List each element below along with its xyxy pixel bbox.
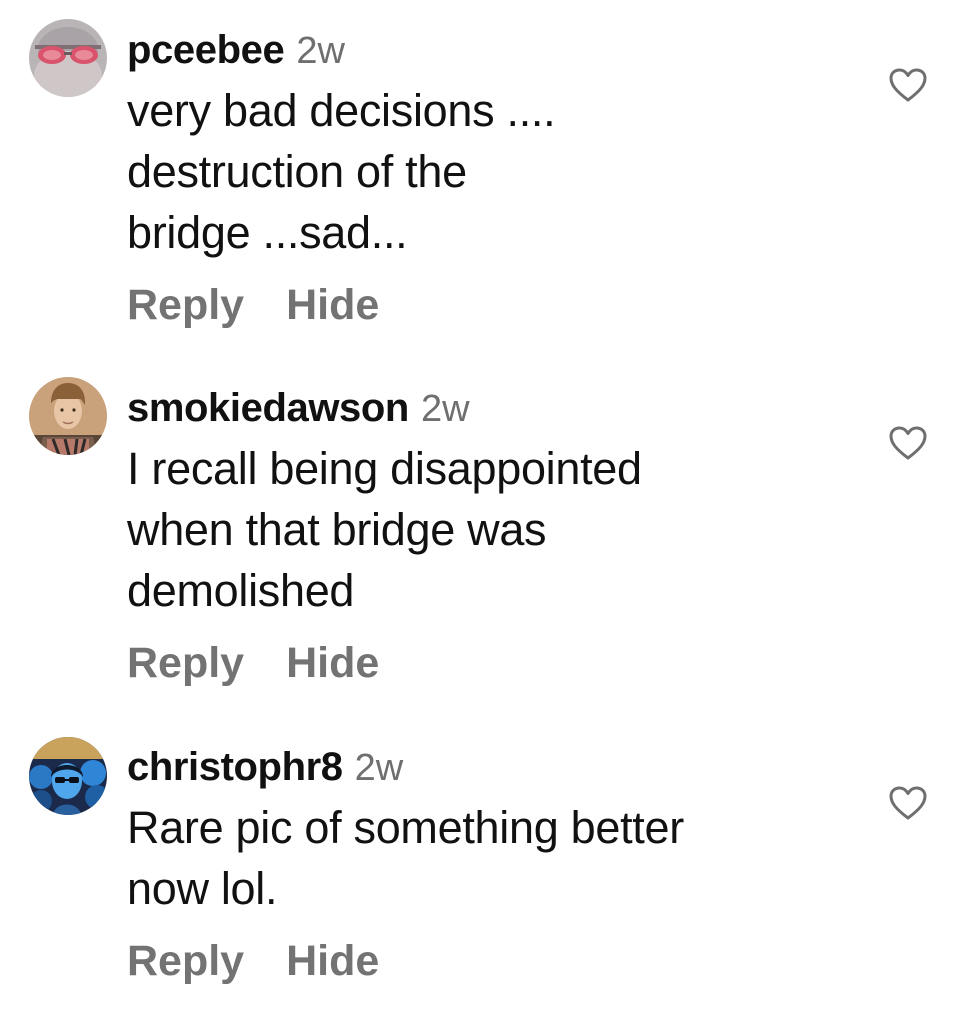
username[interactable]: smokiedawson [127, 386, 409, 430]
comment-header: christophr8 2w [127, 741, 827, 793]
heart-outline-icon [889, 786, 927, 820]
avatar-photo-icon [29, 377, 107, 455]
hide-button[interactable]: Hide [286, 279, 379, 331]
comment-content: smokiedawson 2w I recall being disappoint… [127, 382, 827, 689]
avatar-photo-icon [29, 737, 107, 815]
comment-text: I recall being disappointed when that br… [127, 443, 642, 616]
comment-actions: Reply Hide [127, 279, 827, 331]
username[interactable]: pceebee [127, 28, 285, 72]
avatar[interactable] [29, 737, 107, 815]
reply-button[interactable]: Reply [127, 637, 244, 689]
avatar[interactable] [29, 19, 107, 97]
reply-button[interactable]: Reply [127, 935, 244, 987]
comment-header: smokiedawson 2w [127, 382, 827, 434]
hide-button[interactable]: Hide [286, 637, 379, 689]
comment-actions: Reply Hide [127, 637, 827, 689]
timestamp: 2w [354, 747, 404, 789]
comment-text: Rare pic of something better now lol. [127, 802, 684, 914]
avatar[interactable] [29, 377, 107, 455]
username[interactable]: christophr8 [127, 745, 343, 789]
heart-outline-icon [889, 68, 927, 102]
avatar-photo-icon [29, 19, 107, 97]
timestamp: 2w [296, 30, 345, 72]
comment-header: pceebee 2w [127, 24, 827, 76]
comment-content: pceebee 2w very bad decisions .... destru… [127, 24, 827, 331]
reply-button[interactable]: Reply [127, 279, 244, 331]
comment-text: very bad decisions .... destruction of t… [127, 85, 556, 258]
comment-actions: Reply Hide [127, 935, 827, 987]
like-button[interactable] [888, 67, 928, 103]
timestamp: 2w [420, 388, 470, 430]
like-button[interactable] [888, 425, 928, 461]
comment-content: christophr8 2w Rare pic of something bett… [127, 741, 827, 987]
like-button[interactable] [888, 785, 928, 821]
heart-outline-icon [889, 426, 927, 460]
hide-button[interactable]: Hide [286, 935, 379, 987]
